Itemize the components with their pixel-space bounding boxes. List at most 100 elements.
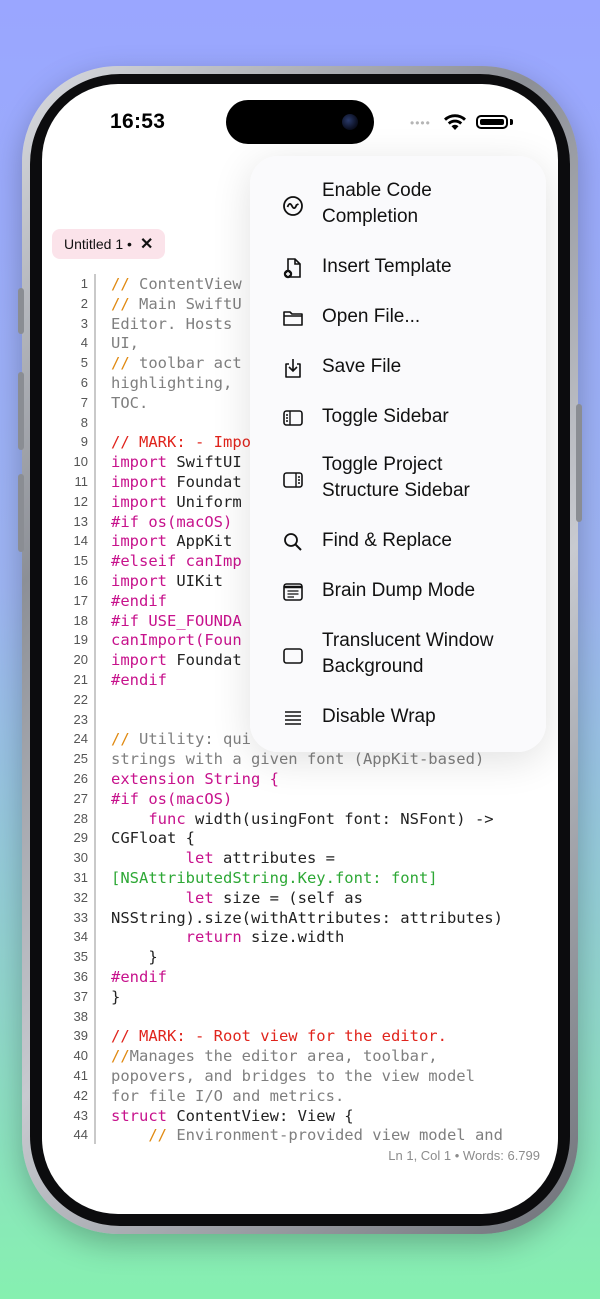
menu-item-label: Toggle Sidebar [322,406,449,427]
menu-item-label: Enable Code Completion [322,180,432,227]
code-line: 27 #if os(macOS) [42,789,558,809]
line-number: 16 [73,573,88,588]
line-number: 2 [80,295,88,311]
line-number: 44 [73,1127,88,1143]
code-text: extension String { [111,770,279,788]
line-number: 23 [73,711,88,727]
code-line: 44 // Environment-provided view model an… [42,1125,558,1144]
code-text: } [111,948,158,967]
keyword-token: import [111,532,167,551]
save-icon [282,357,304,379]
code-line: 35 } [42,947,558,967]
code-token: SwiftUI [167,453,242,472]
code-line: 30 let attributes = [42,848,558,868]
code-line: 43 struct ContentView: View { [42,1106,558,1126]
code-token: width(usingFont font: NSFont) -> [185,809,494,828]
keyword-token: import [111,453,167,472]
code-text: #if os(macOS) [111,789,233,808]
code-text: import Uniform [111,492,242,512]
menu-item-insert-template[interactable]: Insert Template [250,254,546,282]
line-number: 32 [73,889,88,905]
code-token: Uniform [167,492,242,511]
code-line: 40 //Manages the editor area, toolbar, [42,1046,558,1066]
menu-item-disable-wrap[interactable]: Disable Wrap [250,704,546,732]
code-line: 39 // MARK: - Root view for the editor. [42,1026,558,1046]
line-number: 31 [73,870,88,885]
line-number: 42 [73,1087,88,1103]
action-button [18,288,24,334]
menu-item-label: Toggle Project Structure Sidebar [322,454,470,501]
menu-item-find-replace[interactable]: Find & Replace [250,528,546,556]
code-text: highlighting, [111,374,233,392]
code-text: Editor. Hosts [111,314,233,333]
brain-dump-icon [282,581,304,603]
keyword-token: let [111,888,214,907]
menu-item-open-file[interactable]: Open File... [250,304,546,332]
code-text: import SwiftUI [111,452,242,472]
signal-icon: •••• [410,116,431,130]
code-line: 37} [42,987,558,1007]
code-line: 25 strings with a given font (AppKit-base… [42,749,558,769]
keyword-token: import [111,572,167,590]
code-text: UI, [111,334,139,353]
close-icon[interactable]: ✕ [140,234,153,254]
menu-item-label: Brain Dump Mode [322,580,476,601]
code-completion-icon [282,195,304,217]
power-button [576,404,582,522]
line-number: 6 [80,375,88,390]
code-text: import Foundat [111,472,242,492]
battery-cap [510,119,513,125]
line-number: 22 [73,691,88,707]
code-text: } [111,987,121,1006]
tab-label: Untitled 1 • [64,236,132,252]
code-text: #endif [111,671,167,689]
code-text: canImport(Foun [111,631,242,650]
code-text: #if os(macOS) [111,512,233,531]
code-line: 26 extension String { [42,769,558,789]
menu-item-save-file[interactable]: Save File [250,354,546,382]
menu-item-enable-code-completion[interactable]: Enable Code Completion [250,178,546,234]
code-text: // Main SwiftU [111,294,242,313]
line-number: 27 [73,790,88,806]
line-number: 8 [80,414,88,430]
status-time: 16:53 [110,110,166,133]
code-token: ContentView: View { [167,1106,354,1125]
menu-item-toggle-sidebar[interactable]: Toggle Sidebar [250,404,546,432]
code-line: 33 NSString).size(withAttributes: attribu… [42,908,558,928]
code-line: 36 #endif [42,967,558,987]
code-text: TOC. [111,393,149,412]
code-line: 41 popovers, and bridges to the view mode… [42,1066,558,1086]
code-text: import AppKit [111,531,232,551]
code-token: attributes = [213,849,335,868]
keyword-token: struct [111,1106,167,1125]
keyword-token: return [111,928,242,947]
code-text: import Foundat [111,650,242,670]
code-line: 32 let size = (self as [42,888,558,908]
menu-item-label: Disable Wrap [322,706,436,727]
code-text: // ContentView [111,275,242,293]
line-number: 40 [73,1048,88,1064]
keyword-token: import [111,651,167,670]
line-number: 30 [73,850,88,866]
line-number: 19 [73,632,88,648]
code-token: Foundat [167,473,242,491]
code-line: 31 [NSAttributedString.Key.font: font] [42,868,558,888]
menu-item-toggle-project-structure-sidebar[interactable]: Toggle Project Structure Sidebar [250,452,546,508]
code-text: for file I/O and metrics. [111,1086,345,1105]
keyword-token: import [111,473,167,491]
volume-up-button [18,372,24,450]
menu-item-brain-dump-mode[interactable]: Brain Dump Mode [250,578,546,606]
menu-item-translucent-window-background[interactable]: Translucent Window Background [250,628,546,684]
code-token: UIKit [167,572,223,590]
code-token: AppKit [167,532,233,551]
code-line: 28 func width(usingFont font: NSFont) -> [42,809,558,829]
wifi-icon [442,112,468,132]
sidebar-icon [282,407,304,429]
wrap-icon [282,707,304,729]
line-number: 9 [80,434,88,450]
code-text: //Manages the editor area, toolbar, [111,1047,438,1066]
line-number: 25 [73,751,88,767]
tab-untitled-1[interactable]: Untitled 1 • ✕ [52,229,166,259]
line-number: 29 [73,830,88,846]
line-number: 39 [73,1028,88,1044]
